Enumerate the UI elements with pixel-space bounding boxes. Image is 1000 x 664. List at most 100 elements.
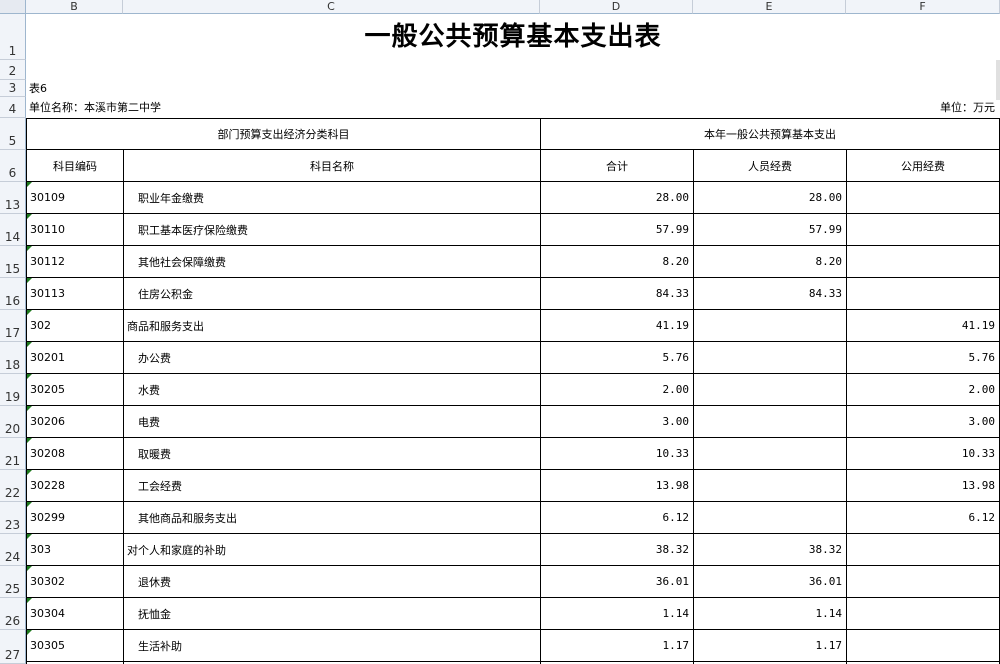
cell-code[interactable]: 30110 [27,214,123,245]
cell-total[interactable]: 6.12 [541,502,693,533]
column-header-d[interactable]: D [540,0,693,14]
cell-personnel[interactable]: 36.01 [694,566,846,597]
cell-personnel[interactable] [694,310,846,341]
cell-personnel[interactable]: 1.17 [694,630,846,661]
cell-total[interactable]: 8.20 [541,246,693,277]
cell-code[interactable]: 30228 [27,470,123,501]
cell-total[interactable]: 36.01 [541,566,693,597]
cell-personnel[interactable] [694,470,846,501]
cell-name[interactable]: 生活补助 [124,630,540,661]
row-header[interactable]: 5 [0,118,26,150]
cell-personnel[interactable]: 57.99 [694,214,846,245]
cell-public[interactable] [847,214,999,245]
cell-total[interactable]: 5.76 [541,342,693,373]
cell-name[interactable]: 取暖费 [124,438,540,469]
row-header[interactable]: 21 [0,438,26,470]
cell-code[interactable]: 30205 [27,374,123,405]
cell-public[interactable]: 5.76 [847,342,999,373]
cell-public[interactable]: 13.98 [847,470,999,501]
row-header[interactable]: 1 [0,14,26,60]
row-header[interactable]: 24 [0,534,26,566]
header-group-classification[interactable]: 部门预算支出经济分类科目 [27,119,540,149]
select-all-corner[interactable] [0,0,26,14]
cell-code[interactable]: 303 [27,534,123,565]
cell-code[interactable]: 30201 [27,342,123,373]
cell-public[interactable] [847,534,999,565]
cell-total[interactable]: 3.00 [541,406,693,437]
row-header[interactable]: 6 [0,150,26,182]
cell-public[interactable] [847,182,999,213]
cell-name[interactable]: 住房公积金 [124,278,540,309]
cell-name[interactable]: 商品和服务支出 [124,310,540,341]
cell-code[interactable]: 30302 [27,566,123,597]
cell-total[interactable]: 2.00 [541,374,693,405]
cell-personnel[interactable]: 84.33 [694,278,846,309]
cell-code[interactable]: 30208 [27,438,123,469]
header-name[interactable]: 科目名称 [124,150,540,181]
row-header[interactable]: 14 [0,214,26,246]
cell-total[interactable]: 10.33 [541,438,693,469]
cell-name[interactable]: 办公费 [124,342,540,373]
row-header[interactable]: 19 [0,374,26,406]
row-header[interactable]: 27 [0,630,26,664]
scrollbar-fragment[interactable] [996,60,1000,100]
cell-code[interactable]: 30305 [27,630,123,661]
cell-name[interactable]: 退休费 [124,566,540,597]
cell-public[interactable]: 41.19 [847,310,999,341]
cell-total[interactable]: 13.98 [541,470,693,501]
row-header[interactable]: 23 [0,502,26,534]
cell-name[interactable]: 其他社会保障缴费 [124,246,540,277]
header-personnel[interactable]: 人员经费 [694,150,846,181]
cell-personnel[interactable] [694,438,846,469]
cell-personnel[interactable]: 8.20 [694,246,846,277]
cell-personnel[interactable]: 28.00 [694,182,846,213]
cell-name[interactable]: 职业年金缴费 [124,182,540,213]
cell-total[interactable]: 38.32 [541,534,693,565]
row-header[interactable]: 2 [0,60,26,80]
cell-public[interactable] [847,278,999,309]
row-header[interactable]: 3 [0,80,26,97]
cell-total[interactable]: 57.99 [541,214,693,245]
cell-total[interactable]: 84.33 [541,278,693,309]
row-header[interactable]: 25 [0,566,26,598]
cell-public[interactable] [847,566,999,597]
cell-code[interactable]: 302 [27,310,123,341]
cell-personnel[interactable]: 38.32 [694,534,846,565]
cell-public[interactable]: 10.33 [847,438,999,469]
row-header[interactable]: 20 [0,406,26,438]
row-header[interactable]: 16 [0,278,26,310]
cell-public[interactable]: 3.00 [847,406,999,437]
column-header-b[interactable]: B [26,0,123,14]
row-header[interactable]: 26 [0,598,26,630]
cell-name[interactable]: 其他商品和服务支出 [124,502,540,533]
row-header[interactable]: 18 [0,342,26,374]
cell-name[interactable]: 电费 [124,406,540,437]
cell-public[interactable]: 2.00 [847,374,999,405]
cell-name[interactable]: 对个人和家庭的补助 [124,534,540,565]
cell-total[interactable]: 1.17 [541,630,693,661]
cell-code[interactable]: 30206 [27,406,123,437]
cell-public[interactable] [847,598,999,629]
cell-code[interactable]: 30109 [27,182,123,213]
cell-name[interactable]: 职工基本医疗保险缴费 [124,214,540,245]
row-header[interactable]: 4 [0,97,26,118]
cell-public[interactable] [847,630,999,661]
cell-personnel[interactable] [694,406,846,437]
cell-personnel[interactable] [694,342,846,373]
row-header[interactable]: 22 [0,470,26,502]
header-group-expenditure[interactable]: 本年一般公共预算基本支出 [541,119,999,149]
cell-code[interactable]: 30113 [27,278,123,309]
cell-personnel[interactable] [694,374,846,405]
cell-public[interactable]: 6.12 [847,502,999,533]
column-header-c[interactable]: C [123,0,540,14]
cell-total[interactable]: 1.14 [541,598,693,629]
cell-personnel[interactable] [694,502,846,533]
cell-personnel[interactable]: 1.14 [694,598,846,629]
cell-public[interactable] [847,246,999,277]
cell-total[interactable]: 28.00 [541,182,693,213]
row-header[interactable]: 13 [0,182,26,214]
cell-code[interactable]: 30112 [27,246,123,277]
cell-name[interactable]: 水费 [124,374,540,405]
header-total[interactable]: 合计 [541,150,693,181]
column-header-e[interactable]: E [693,0,846,14]
